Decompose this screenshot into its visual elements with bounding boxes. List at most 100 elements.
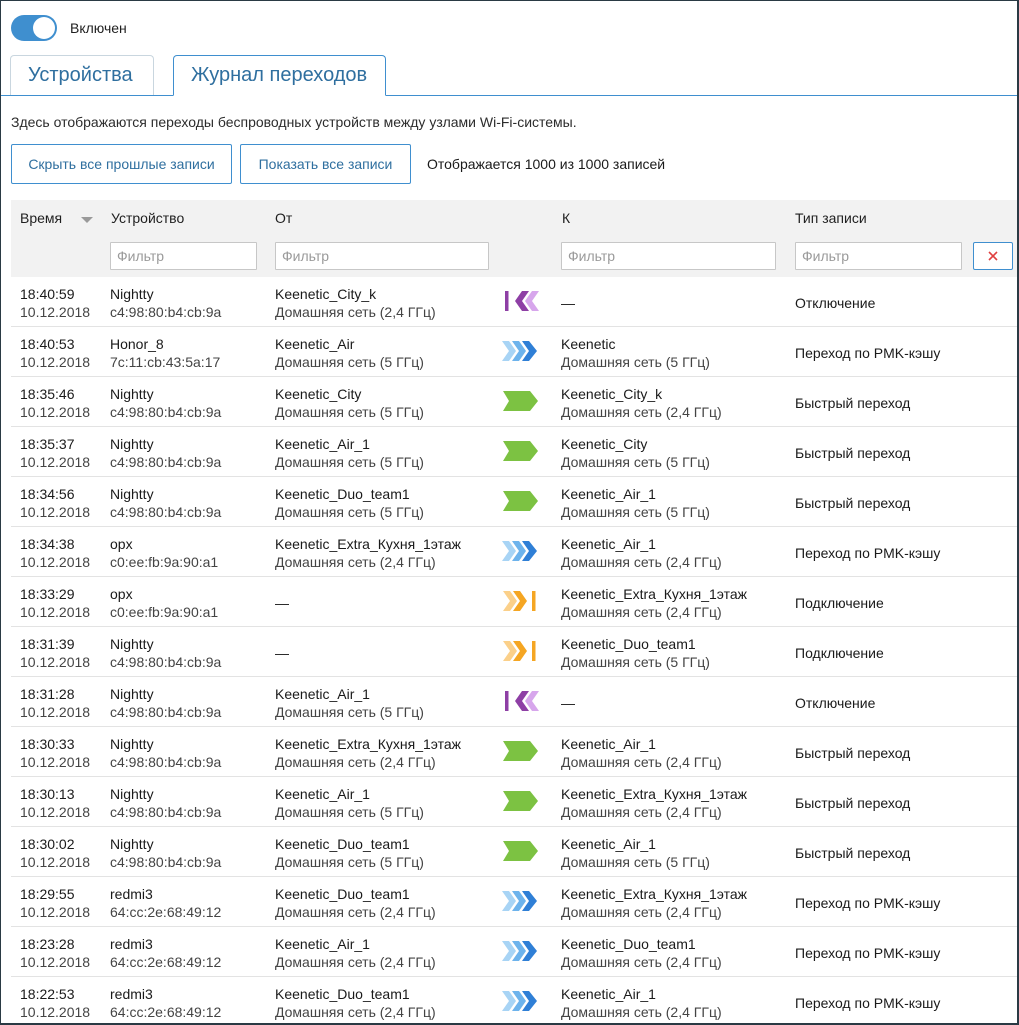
to-cell-secondary: Домашняя сеть (2,4 ГГц) [561, 1004, 722, 1020]
device-cell: redmi3 64:cc:2e:68:49:12 [110, 885, 221, 921]
clear-filters-button[interactable] [973, 242, 1013, 270]
sort-desc-icon[interactable] [81, 217, 93, 223]
time-value: 18:23:28 [20, 936, 75, 952]
device-name: opx [110, 536, 133, 552]
record-type: Переход по PMK-кэшу [795, 895, 941, 911]
from-cell-secondary: Домашняя сеть (5 ГГц) [275, 704, 424, 720]
to-cell-secondary: Домашняя сеть (5 ГГц) [561, 654, 710, 670]
device-mac: c4:98:80:b4:cb:9a [110, 804, 222, 820]
column-header-time[interactable]: Время [20, 210, 62, 226]
from-cell-primary: Keenetic_City_k [275, 286, 377, 302]
from-filter-input[interactable] [275, 242, 489, 270]
device-cell: opx c0:ee:fb:9a:90:a1 [110, 535, 218, 571]
table-row: 18:40:53 10.12.2018 Honor_8 7c:11:cb:43:5a:… [11, 327, 1017, 377]
record-type: Переход по PMK-кэшу [795, 995, 941, 1011]
from-cell: Keenetic_Duo_team1 Домашняя сеть (2,4 ГГц… [275, 985, 436, 1021]
enabled-toggle[interactable] [11, 15, 57, 41]
pmk-cache-icon [502, 991, 537, 1011]
to-cell: Keenetic_Duo_team1 Домашняя сеть (5 ГГц) [561, 635, 710, 671]
date-value: 10.12.2018 [20, 654, 91, 670]
to-cell-primary: Keenetic_Air_1 [561, 536, 656, 552]
device-cell: Nightty c4:98:80:b4:cb:9a [110, 485, 221, 521]
device-name: Nightty [110, 436, 154, 452]
close-icon [988, 251, 998, 261]
show-all-records-button[interactable]: Показать все записи [240, 144, 411, 184]
table-row: 18:35:37 10.12.2018 Nightty c4:98:80:b4:cb:… [11, 427, 1017, 477]
from-cell-primary: Keenetic_Air_1 [275, 436, 370, 452]
from-cell: Keenetic_Duo_team1 Домашняя сеть (2,4 ГГц… [275, 885, 436, 921]
to-cell: Keenetic_Extra_Кухня_1этаж Домашняя сеть … [561, 585, 747, 621]
time-value: 18:33:29 [20, 586, 75, 602]
from-cell-primary: Keenetic_Duo_team1 [275, 486, 410, 502]
device-name: Nightty [110, 786, 154, 802]
time-cell: 18:30:13 10.12.2018 [20, 785, 90, 821]
from-cell-secondary: Домашняя сеть (2,4 ГГц) [275, 754, 436, 770]
to-cell: Keenetic_Air_1 Домашняя сеть (2,4 ГГц) [561, 535, 722, 571]
device-name: Nightty [110, 486, 154, 502]
to-cell: — [561, 694, 575, 712]
type-filter-input[interactable] [795, 242, 962, 270]
to-cell-node: — [561, 295, 575, 311]
device-name: Nightty [110, 836, 154, 852]
to-cell-primary: Keenetic_Extra_Кухня_1этаж [561, 586, 748, 602]
to-cell: Keenetic_Air_1 Домашняя сеть (2,4 ГГц) [561, 735, 722, 771]
date-value: 10.12.2018 [20, 1004, 91, 1020]
record-count: Отображается 1000 из 1000 записей [427, 156, 666, 172]
record-type: Быстрый переход [795, 395, 911, 411]
time-value: 18:35:46 [20, 386, 75, 402]
table-row: 18:34:38 10.12.2018 opx c0:ee:fb:9a:90:a1 Ke… [11, 527, 1017, 577]
from-cell-primary: Keenetic_Duo_team1 [275, 836, 410, 852]
page: Включен Устройства Журнал переходов Здес… [1, 1, 1017, 1023]
to-cell: Keenetic_City_k Домашняя сеть (2,4 ГГц) [561, 385, 722, 421]
from-cell: Keenetic_Extra_Кухня_1этаж Домашняя сеть … [275, 535, 461, 571]
device-name: Honor_8 [110, 336, 164, 352]
to-filter-input[interactable] [561, 242, 776, 270]
to-cell-secondary: Домашняя сеть (5 ГГц) [561, 504, 710, 520]
from-cell-primary: Keenetic_Air_1 [275, 686, 370, 702]
from-cell-primary: Keenetic_Extra_Кухня_1этаж [275, 536, 462, 552]
date-value: 10.12.2018 [20, 904, 91, 920]
from-cell-secondary: Домашняя сеть (5 ГГц) [275, 804, 424, 820]
date-value: 10.12.2018 [20, 404, 91, 420]
device-mac: c4:98:80:b4:cb:9a [110, 754, 222, 770]
time-cell: 18:31:39 10.12.2018 [20, 635, 90, 671]
pmk-cache-icon [502, 941, 537, 961]
device-filter-input[interactable] [110, 242, 257, 270]
device-mac: c0:ee:fb:9a:90:a1 [110, 554, 219, 570]
from-cell: Keenetic_Air_1 Домашняя сеть (5 ГГц) [275, 685, 424, 721]
to-cell: Keenetic Домашняя сеть (5 ГГц) [561, 335, 710, 371]
hide-past-records-button[interactable]: Скрыть все прошлые записи [11, 144, 232, 184]
record-type: Отключение [795, 695, 876, 711]
fast-transition-icon [503, 391, 538, 411]
record-type: Подключение [795, 645, 884, 661]
from-cell-node: — [275, 595, 289, 611]
device-mac: c0:ee:fb:9a:90:a1 [110, 604, 219, 620]
device-mac: 7c:11:cb:43:5a:17 [110, 354, 221, 370]
device-mac: c4:98:80:b4:cb:9a [110, 504, 222, 520]
to-cell-secondary: Домашняя сеть (5 ГГц) [561, 854, 710, 870]
column-header-from: От [275, 210, 293, 226]
device-cell: Honor_8 7c:11:cb:43:5a:17 [110, 335, 220, 371]
from-cell: Keenetic_Extra_Кухня_1этаж Домашняя сеть … [275, 735, 461, 771]
column-header-to: К [562, 210, 571, 226]
table-row: 18:29:55 10.12.2018 redmi3 64:cc:2e:68:49:1… [11, 877, 1017, 927]
table-row: 18:35:46 10.12.2018 Nightty c4:98:80:b4:cb:… [11, 377, 1017, 427]
date-value: 10.12.2018 [20, 754, 91, 770]
column-header-device: Устройство [111, 210, 185, 226]
from-cell: Keenetic_Duo_team1 Домашняя сеть (5 ГГц) [275, 835, 424, 871]
time-value: 18:30:02 [20, 836, 75, 852]
tab-devices[interactable]: Устройства [10, 55, 154, 95]
device-name: opx [110, 586, 133, 602]
time-cell: 18:30:33 10.12.2018 [20, 735, 90, 771]
tab-transition-log[interactable]: Журнал переходов [173, 55, 386, 96]
time-cell: 18:40:53 10.12.2018 [20, 335, 90, 371]
to-cell: Keenetic_City Домашняя сеть (5 ГГц) [561, 435, 710, 471]
from-cell-secondary: Домашняя сеть (5 ГГц) [275, 404, 424, 420]
device-mac: 64:cc:2e:68:49:12 [110, 954, 222, 970]
table-header: Время Устройство От К Тип записи [11, 200, 1017, 277]
to-cell-primary: Keenetic_Air_1 [561, 986, 656, 1002]
time-cell: 18:23:28 10.12.2018 [20, 935, 90, 971]
to-cell: Keenetic_Extra_Кухня_1этаж Домашняя сеть … [561, 885, 747, 921]
date-value: 10.12.2018 [20, 504, 91, 520]
table-row: 18:33:29 10.12.2018 opx c0:ee:fb:9a:90:a1 — K… [11, 577, 1017, 627]
